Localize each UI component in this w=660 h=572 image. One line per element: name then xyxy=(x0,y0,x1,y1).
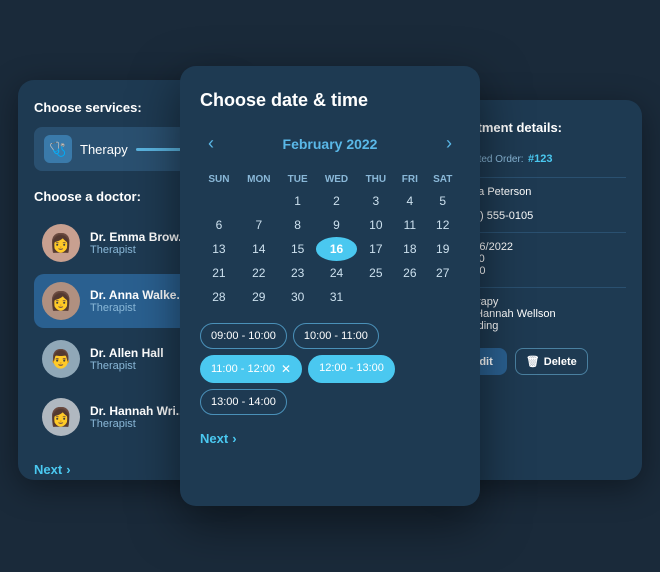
calendar-day-27[interactable]: 27 xyxy=(425,261,460,285)
calendar-day-30[interactable]: 30 xyxy=(280,285,316,309)
calendar-day-24[interactable]: 24 xyxy=(316,261,358,285)
delete-button[interactable]: 🗑 Delete xyxy=(515,348,588,375)
calendar-header: ‹ February 2022 › xyxy=(200,131,460,156)
doctor-role-anna: Therapist xyxy=(90,302,186,314)
doctor-role-emma: Therapist xyxy=(90,244,188,256)
timeslot-1100-label: 11:00 - 12:00 xyxy=(211,363,275,375)
weekday-wed: WED xyxy=(316,170,358,189)
calendar-day-26[interactable]: 26 xyxy=(394,261,425,285)
calendar-day-1[interactable]: 1 xyxy=(280,189,316,213)
calendar-day-22[interactable]: 22 xyxy=(238,261,280,285)
calendar-day-4[interactable]: 4 xyxy=(394,189,425,213)
doctor-name-anna: Dr. Anna Walke... xyxy=(90,288,186,302)
weekday-sat: SAT xyxy=(425,170,460,189)
calendar-day-25[interactable]: 25 xyxy=(357,261,394,285)
calendar-empty-cell xyxy=(425,285,460,309)
calendar-day-23[interactable]: 23 xyxy=(280,261,316,285)
modal-next-button[interactable]: Next › xyxy=(200,431,460,446)
left-next-label: Next xyxy=(34,462,62,477)
doctor-name-allen: Dr. Allen Hall xyxy=(90,346,164,360)
avatar-anna: 👩 xyxy=(42,282,80,320)
appt-doctor: Dr. Hannah Wellson xyxy=(458,308,626,320)
appt-service-field: Therapy Dr. Hannah Wellson Pending xyxy=(458,296,626,332)
appt-status: Pending xyxy=(458,320,626,332)
calendar-day-12[interactable]: 12 xyxy=(425,213,460,237)
doctor-name-emma: Dr. Emma Brow... xyxy=(90,230,188,244)
avatar-allen: 👨 xyxy=(42,340,80,378)
weekday-fri: FRI xyxy=(394,170,425,189)
calendar-empty-cell xyxy=(238,189,280,213)
next-month-button[interactable]: › xyxy=(438,131,460,156)
timeslot-1100[interactable]: 11:00 - 12:00 ✕ xyxy=(200,355,302,383)
right-arrow-icon: › xyxy=(66,462,70,477)
prev-month-button[interactable]: ‹ xyxy=(200,131,222,156)
timeslot-1200[interactable]: 12:00 - 13:00 xyxy=(308,355,395,383)
delete-label: Delete xyxy=(544,356,577,368)
appt-card-title: ointment details: xyxy=(458,120,626,135)
patient-name-field: Darla Peterson 156 (303) 555-0105 xyxy=(458,186,626,222)
calendar-day-15[interactable]: 15 xyxy=(280,237,316,261)
doctor-role-hannah: Therapist xyxy=(90,418,186,430)
calendar-empty-cell xyxy=(357,285,394,309)
weekday-thu: THU xyxy=(357,170,394,189)
modal-title: Choose date & time xyxy=(200,90,460,111)
calendar-day-14[interactable]: 14 xyxy=(238,237,280,261)
service-icon: 🩺 xyxy=(44,135,72,163)
timeslot-1000[interactable]: 10:00 - 11:00 xyxy=(293,323,379,349)
calendar-day-9[interactable]: 9 xyxy=(316,213,358,237)
calendar-day-8[interactable]: 8 xyxy=(280,213,316,237)
modal-next-arrow-icon: › xyxy=(232,431,236,446)
date-time-modal: Choose date & time ‹ February 2022 › SUN… xyxy=(180,66,480,506)
patient-id: 156 xyxy=(458,198,626,210)
calendar-day-19[interactable]: 19 xyxy=(425,237,460,261)
weekday-mon: MON xyxy=(238,170,280,189)
calendar-day-28[interactable]: 28 xyxy=(200,285,238,309)
appt-time-end: 12:30 xyxy=(458,265,626,277)
modal-next-label: Next xyxy=(200,431,228,446)
related-order-value[interactable]: #123 xyxy=(528,153,552,165)
appt-date: 02/16/2022 xyxy=(458,241,626,253)
service-name: Therapy xyxy=(80,142,128,157)
weekday-tue: TUE xyxy=(280,170,316,189)
calendar-day-11[interactable]: 11 xyxy=(394,213,425,237)
calendar-day-3[interactable]: 3 xyxy=(357,189,394,213)
patient-name: Darla Peterson xyxy=(458,186,626,198)
calendar-day-7[interactable]: 7 xyxy=(238,213,280,237)
calendar-day-5[interactable]: 5 xyxy=(425,189,460,213)
divider-1 xyxy=(458,177,626,178)
calendar-day-16[interactable]: 16 xyxy=(316,237,358,261)
calendar-day-6[interactable]: 6 xyxy=(200,213,238,237)
appt-time-start: 11:30 xyxy=(458,253,626,265)
calendar-day-18[interactable]: 18 xyxy=(394,237,425,261)
divider-3 xyxy=(458,287,626,288)
time-slots: 09:00 - 10:00 10:00 - 11:00 11:00 - 12:0… xyxy=(200,323,460,415)
close-timeslot-icon[interactable]: ✕ xyxy=(281,362,291,376)
calendar-day-2[interactable]: 2 xyxy=(316,189,358,213)
avatar-emma: 👩 xyxy=(42,224,80,262)
calendar-day-13[interactable]: 13 xyxy=(200,237,238,261)
calendar-day-21[interactable]: 21 xyxy=(200,261,238,285)
trash-icon: 🗑 xyxy=(526,355,540,368)
calendar-grid: SUN MON TUE WED THU FRI SAT 123456789101… xyxy=(200,170,460,309)
divider-2 xyxy=(458,232,626,233)
calendar-empty-cell xyxy=(200,189,238,213)
calendar-empty-cell xyxy=(394,285,425,309)
doctor-role-allen: Therapist xyxy=(90,360,164,372)
weekday-sun: SUN xyxy=(200,170,238,189)
avatar-hannah: 👩 xyxy=(42,398,80,436)
calendar-month: February 2022 xyxy=(283,136,378,152)
appt-service-type: Therapy xyxy=(458,296,626,308)
patient-phone: (303) 555-0105 xyxy=(458,210,626,222)
timeslot-1300[interactable]: 13:00 - 14:00 xyxy=(200,389,287,415)
calendar-day-31[interactable]: 31 xyxy=(316,285,358,309)
appt-date-field: 02/16/2022 11:30 12:30 xyxy=(458,241,626,277)
calendar-day-10[interactable]: 10 xyxy=(357,213,394,237)
doctor-name-hannah: Dr. Hannah Wri... xyxy=(90,404,186,418)
calendar-day-29[interactable]: 29 xyxy=(238,285,280,309)
appt-actions: Edit 🗑 Delete xyxy=(458,348,626,375)
calendar-day-17[interactable]: 17 xyxy=(357,237,394,261)
timeslot-0900[interactable]: 09:00 - 10:00 xyxy=(200,323,287,349)
related-order-field: Related Order: #123 xyxy=(458,149,626,167)
